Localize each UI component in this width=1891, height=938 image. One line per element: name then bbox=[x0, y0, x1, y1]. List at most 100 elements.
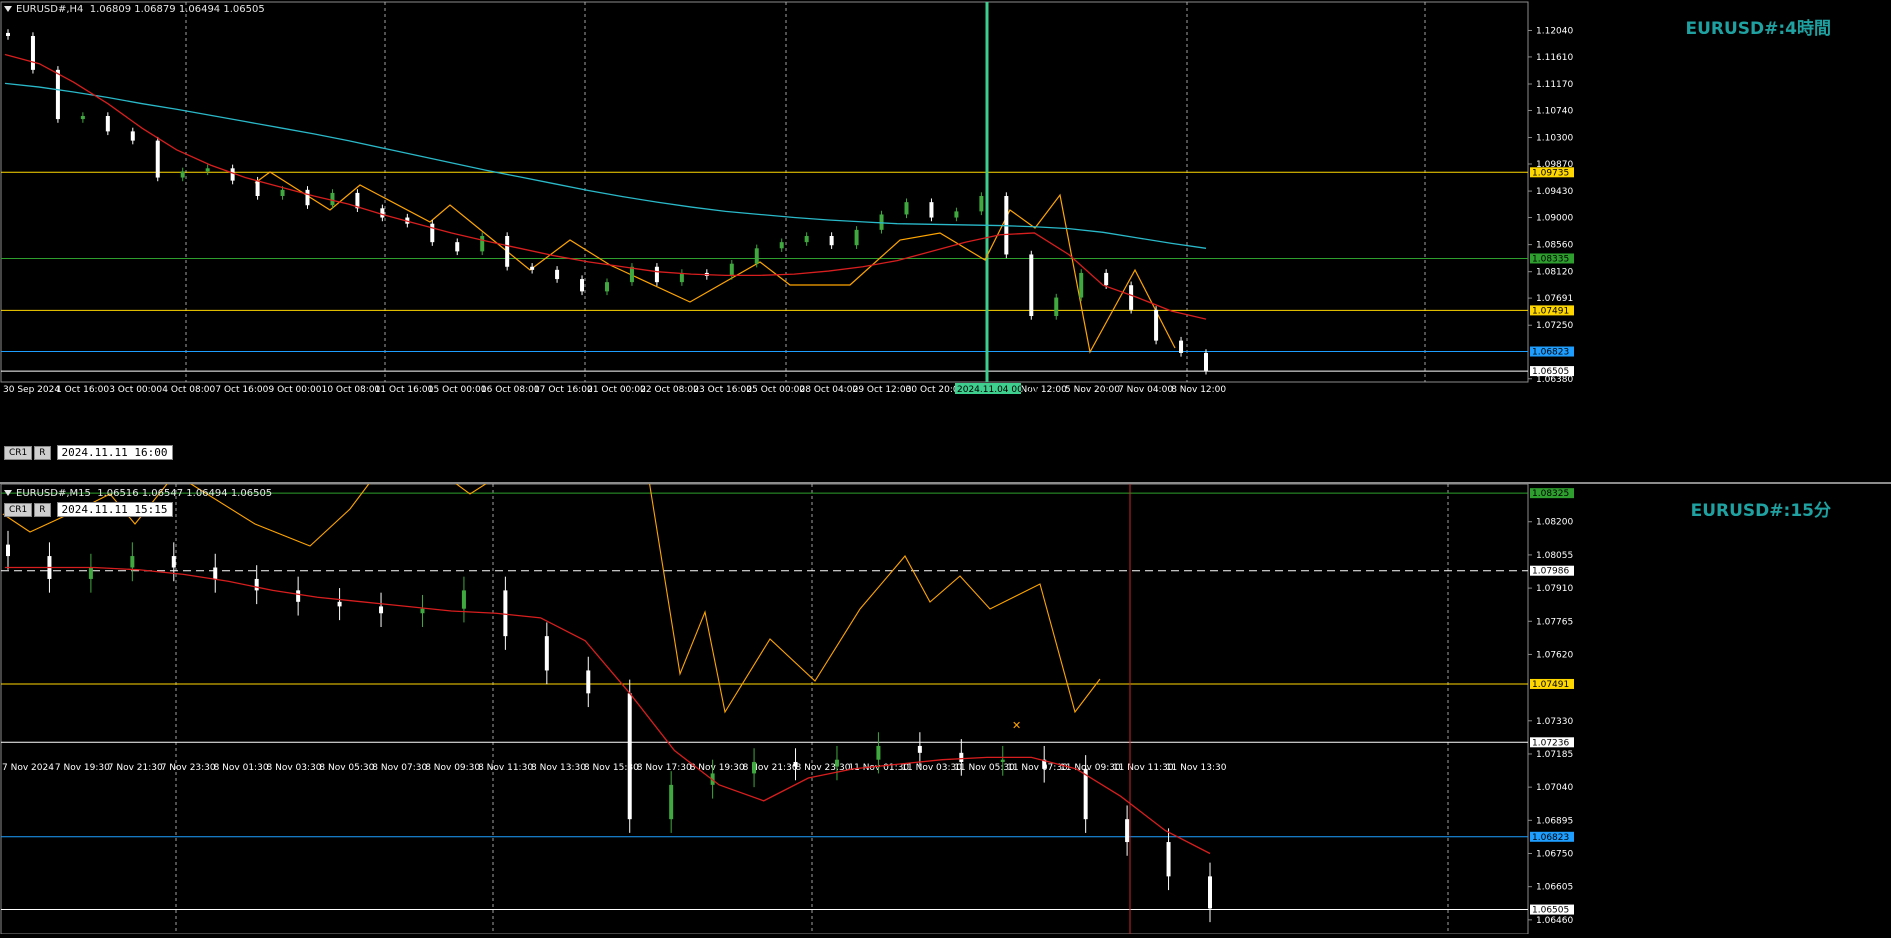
price-level-tag-label: 1.09735 bbox=[1532, 168, 1569, 178]
x-tick-label: 11 Nov 09:30 bbox=[1060, 763, 1121, 773]
h4-tool-buttons: CR1 R 2024.11.11 16:00 bbox=[4, 445, 173, 460]
candle-body bbox=[280, 189, 285, 196]
candle-body bbox=[530, 266, 535, 270]
candle-body bbox=[80, 116, 85, 120]
x-tick-label: 29 Oct 12:00 bbox=[853, 385, 912, 395]
y-tick-label: 1.07620 bbox=[1536, 650, 1573, 660]
x-tick-label: 9 Oct 00:00 bbox=[269, 385, 322, 395]
candle-body bbox=[230, 168, 235, 181]
candle-body bbox=[1166, 842, 1171, 877]
x-tick-label: 7 Nov 23:30 bbox=[161, 763, 216, 773]
r-button[interactable]: R bbox=[34, 445, 51, 460]
candle-body bbox=[330, 192, 335, 206]
x-tick-label: 8 Nov 01:30 bbox=[214, 763, 269, 773]
x-tick-label: 8 Nov 03:30 bbox=[267, 763, 322, 773]
candle-body bbox=[88, 567, 93, 579]
candle-body bbox=[580, 279, 585, 292]
x-tick-label: 22 Oct 08:00 bbox=[640, 385, 699, 395]
price-level-tag-label: 1.08335 bbox=[1532, 254, 1569, 264]
candle-body bbox=[804, 236, 809, 243]
x-tick-label: 7 Oct 16:00 bbox=[215, 385, 268, 395]
candle-body bbox=[455, 242, 460, 252]
price-level-tag-label: 1.06823 bbox=[1532, 833, 1569, 843]
x-tick-label: 30 Sep 2024 bbox=[3, 385, 60, 395]
x-tick-label: 25 Oct 00:00 bbox=[746, 385, 805, 395]
y-tick-label: 1.07910 bbox=[1536, 584, 1573, 594]
x-tick-label: 8 Nov 12:00 bbox=[1171, 385, 1226, 395]
pane-separator bbox=[0, 460, 1891, 484]
candle-body bbox=[752, 761, 757, 774]
x-tick-label: 8 Nov 09:30 bbox=[425, 763, 480, 773]
price-level-tag-label: 1.06505 bbox=[1532, 367, 1569, 377]
h4-symbol-header: EURUSD#,H4 1.06809 1.06879 1.06494 1.065… bbox=[4, 4, 265, 15]
x-tick-label: 21 Oct 00:00 bbox=[587, 385, 646, 395]
plot-frame bbox=[0, 483, 1529, 935]
candle-body bbox=[876, 745, 881, 760]
candle-body bbox=[305, 189, 310, 206]
y-tick-label: 1.06750 bbox=[1536, 849, 1573, 859]
m15-cursor-time-box: 2024.11.11 15:15 bbox=[56, 502, 173, 517]
candle-body bbox=[1083, 768, 1088, 820]
y-tick-label: 1.11170 bbox=[1536, 80, 1573, 90]
candle-body bbox=[754, 248, 759, 264]
candle-body bbox=[854, 229, 859, 246]
candle-body bbox=[1054, 297, 1059, 316]
cr1-button[interactable]: CR1 bbox=[4, 445, 33, 460]
candle-body bbox=[729, 263, 734, 276]
x-tick-label: 7 Nov 21:30 bbox=[108, 763, 163, 773]
x-tick-label: 5 Nov 20:00 bbox=[1065, 385, 1120, 395]
cursor-time-tag-label: 2024.11.04 00:00 bbox=[957, 385, 1038, 395]
candle-body bbox=[6, 32, 10, 36]
x-tick-label: 8 Nov 17:30 bbox=[637, 763, 692, 773]
y-tick-label: 1.07040 bbox=[1536, 783, 1573, 793]
candle-body bbox=[30, 36, 35, 70]
m15-watermark: EURUSD#:15分 bbox=[1690, 501, 1831, 521]
candle-body bbox=[1208, 876, 1212, 909]
x-tick-label: 11 Nov 05:30 bbox=[954, 763, 1015, 773]
candle-body bbox=[1204, 352, 1208, 371]
r-button[interactable]: R bbox=[34, 502, 51, 517]
h4-chart-pane[interactable]: 1.12040 1.11610 1.11170 1.10740 1.10300 1.098… bbox=[0, 0, 1891, 460]
x-tick-label: 11 Nov 13:30 bbox=[1166, 763, 1227, 773]
candle-body bbox=[929, 202, 934, 218]
candle-body bbox=[834, 759, 839, 767]
zigzag-indicator-line bbox=[254, 171, 1176, 354]
x-tick-label: 8 Nov 07:30 bbox=[372, 763, 427, 773]
candle-body bbox=[1154, 309, 1159, 341]
candle-body bbox=[979, 196, 984, 212]
candle-body bbox=[829, 236, 834, 246]
candle-body bbox=[1179, 340, 1184, 353]
candle-body bbox=[480, 236, 485, 252]
candle-body bbox=[654, 266, 659, 283]
moving-average-fast-line bbox=[5, 566, 1211, 855]
candle-body bbox=[130, 556, 135, 568]
y-tick-label: 1.08055 bbox=[1536, 551, 1573, 561]
y-tick-label: 1.09430 bbox=[1536, 187, 1573, 197]
h4-chart-canvas[interactable]: 1.120401.116101.111701.107401.103001.098… bbox=[0, 0, 1891, 460]
y-tick-label: 1.10740 bbox=[1536, 106, 1573, 116]
y-tick-label: 1.08200 bbox=[1536, 518, 1573, 528]
cr1-button[interactable]: CR1 bbox=[4, 502, 33, 517]
candle-body bbox=[1125, 819, 1130, 843]
x-tick-label: 11 Nov 03:30 bbox=[901, 763, 962, 773]
moving-average-fast-line bbox=[4, 53, 1207, 320]
x-tick-label: 7 Nov 04:00 bbox=[1118, 385, 1173, 395]
m15-chart-canvas[interactable]: 1.08200 1.08055 1.07910 1.07765 1.07620 1.073… bbox=[0, 423, 1891, 935]
x-tick-label: 7 Nov 2024 bbox=[2, 763, 54, 773]
moving-average-slow-line bbox=[4, 82, 1207, 249]
price-level-tag-label: 1.06823 bbox=[1532, 348, 1569, 358]
m15-tool-buttons: CR1 R 2024.11.11 15:15 bbox=[4, 502, 173, 517]
candle-body bbox=[180, 171, 185, 178]
x-tick-label: 8 Nov 05:30 bbox=[319, 763, 374, 773]
candle-body bbox=[544, 636, 549, 671]
x-tick-label: 8 Nov 21:30 bbox=[743, 763, 798, 773]
candle-body bbox=[954, 211, 959, 218]
candle-body bbox=[779, 242, 784, 249]
collapse-triangle-icon[interactable] bbox=[4, 490, 12, 496]
m15-symbol-header: EURUSD#,M15 1.06516 1.06547 1.06494 1.06… bbox=[4, 488, 272, 499]
collapse-triangle-icon[interactable] bbox=[4, 6, 12, 12]
price-level-tag-label: 1.07491 bbox=[1532, 680, 1569, 690]
m15-chart-pane[interactable]: 1.08200 1.08055 1.07910 1.07765 1.07620 1.073… bbox=[0, 423, 1891, 935]
y-tick-label: 1.09000 bbox=[1536, 214, 1573, 224]
candle-body bbox=[669, 784, 674, 820]
